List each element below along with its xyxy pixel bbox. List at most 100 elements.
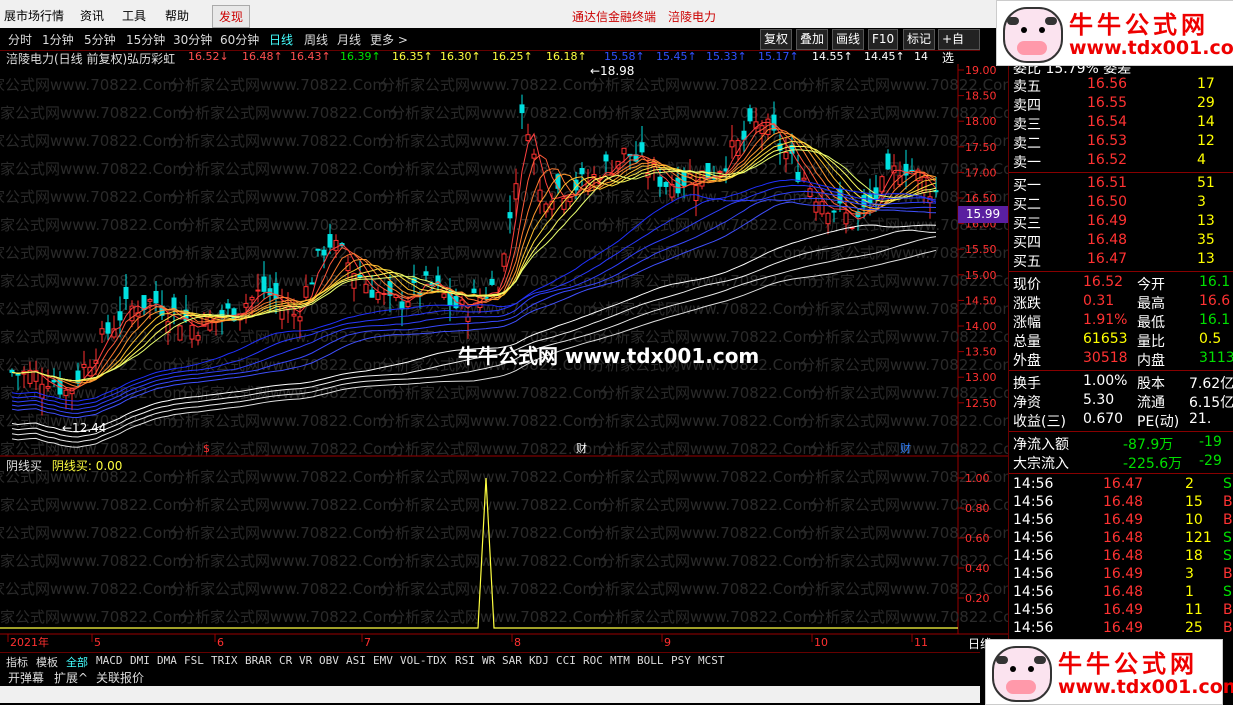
- indicator-tab[interactable]: EMV: [373, 654, 393, 667]
- menu-news[interactable]: 资讯: [80, 7, 104, 24]
- candle-body: [681, 171, 687, 186]
- add-watchlist-button[interactable]: +自选: [938, 29, 980, 65]
- candle-body: [141, 295, 147, 311]
- candle-body: [621, 147, 627, 155]
- candle-body: [147, 298, 153, 302]
- mark-button[interactable]: 标记: [903, 29, 936, 50]
- period-weekly[interactable]: 周线: [304, 31, 328, 48]
- indicator-tab[interactable]: DMI: [130, 654, 150, 667]
- draw-button[interactable]: 画线: [832, 29, 865, 50]
- quote-cell: 10: [1185, 512, 1203, 528]
- menu-tools[interactable]: 工具: [122, 7, 146, 24]
- period-daily[interactable]: 日线: [269, 31, 293, 48]
- divider: [1009, 370, 1233, 371]
- watermark-text: 分析家公式网www.70822.Com: [180, 104, 397, 122]
- related-quote-button[interactable]: 关联报价: [96, 669, 144, 686]
- watermark-text: 分析家公式网www.70822.Com: [180, 608, 397, 626]
- event-marker: 财: [900, 441, 911, 455]
- quote-cell: 14:56: [1013, 476, 1054, 492]
- candle-body: [399, 301, 405, 310]
- indicator-tab[interactable]: BOLL: [637, 654, 664, 667]
- menu-discover[interactable]: 发现: [212, 5, 251, 28]
- indicator-tab[interactable]: ASI: [346, 654, 366, 667]
- candle-body: [363, 283, 369, 294]
- indicator-tab[interactable]: MACD: [96, 654, 123, 667]
- sell-level: 卖五 16.56 17: [1013, 76, 1233, 95]
- danmaku-button[interactable]: 开弹幕: [8, 669, 44, 686]
- watermark-text: 分析家公式网www.70822.Com: [0, 104, 187, 122]
- expand-button[interactable]: 扩展^: [54, 669, 88, 686]
- indicator-tab[interactable]: MCST: [698, 654, 725, 667]
- watermark-text: 分析家公式网www.70822.Com: [0, 608, 187, 626]
- period-monthly[interactable]: 月线: [337, 31, 361, 48]
- tick-row: 14:56 16.49 10 B: [1013, 512, 1233, 530]
- period-15min[interactable]: 15分钟: [126, 31, 165, 48]
- menu-market[interactable]: 展市场行情: [4, 7, 64, 24]
- overlay-button[interactable]: 叠加: [796, 29, 829, 50]
- ma-value: 15.17↑: [758, 50, 799, 63]
- time-axis-label: 9: [664, 636, 671, 649]
- period-intraday[interactable]: 分时: [8, 31, 32, 48]
- watermark-text: 分析家公式网www.70822.Com: [590, 524, 807, 542]
- quote-stat: 涨跌 0.31 最高 16.6: [1013, 293, 1233, 312]
- quote-cell: 0.5: [1199, 331, 1222, 347]
- quote-cell: 0.31: [1083, 293, 1115, 309]
- indicator-tab[interactable]: DMA: [157, 654, 177, 667]
- indicator-tab[interactable]: CR: [279, 654, 292, 667]
- indicator-tab[interactable]: KDJ: [529, 654, 549, 667]
- indicator-tab[interactable]: FSL: [184, 654, 204, 667]
- indicator-tab[interactable]: VR: [299, 654, 312, 667]
- quote-cell: 14:56: [1013, 584, 1054, 600]
- buy-level: 买五 16.47 13: [1013, 251, 1233, 270]
- indicator-tab[interactable]: RSI: [455, 654, 475, 667]
- quote-cell: 流通: [1137, 395, 1165, 411]
- indicator-tab[interactable]: PSY: [671, 654, 691, 667]
- indicator-tab[interactable]: ROC: [583, 654, 603, 667]
- indicator-tab[interactable]: MTM: [610, 654, 630, 667]
- indicator-tab[interactable]: OBV: [319, 654, 339, 667]
- divider: [1009, 172, 1233, 173]
- fund-flow: 大宗流入 -225.6万 -29: [1013, 453, 1233, 472]
- quote-cell: S: [1223, 476, 1232, 492]
- indicator-tab[interactable]: VOL-TDX: [400, 654, 446, 667]
- quote-cell: 12: [1197, 133, 1215, 149]
- ma-value: 16.52↓: [188, 50, 229, 63]
- ma-value: 14.45↑: [864, 50, 905, 63]
- indicator-tab[interactable]: SAR: [502, 654, 522, 667]
- quote-cell: 16.53: [1087, 133, 1128, 149]
- watermark-text: 分析家公式网www.70822.Com: [0, 244, 177, 262]
- menu-help[interactable]: 帮助: [165, 7, 189, 24]
- ma-value: 16.43↑: [290, 50, 331, 63]
- period-5min[interactable]: 5分钟: [84, 31, 116, 48]
- cow-logo-icon: [992, 646, 1052, 702]
- f10-button[interactable]: F10: [868, 29, 899, 50]
- indicator-tab[interactable]: CCI: [556, 654, 576, 667]
- quote-cell: 卖一: [1013, 155, 1041, 171]
- event-marker: $: [203, 442, 210, 455]
- quote-cell: 1.91%: [1083, 312, 1128, 328]
- watermark-text: 分析家公式网www.70822.Com: [380, 132, 597, 150]
- price-axis-label: 16.50: [965, 192, 997, 205]
- candle-body: [225, 303, 231, 309]
- watermark-text: 分析家公式网www.70822.Com: [0, 552, 187, 570]
- time-axis-label: 7: [364, 636, 371, 649]
- quote-cell: -87.9万: [1123, 437, 1174, 453]
- indicator-tab[interactable]: WR: [482, 654, 495, 667]
- period-more[interactable]: 更多 >: [370, 31, 408, 48]
- time-axis-label: 2021年: [10, 635, 49, 649]
- candle-body: [657, 176, 663, 187]
- period-30min[interactable]: 30分钟: [173, 31, 212, 48]
- tick-row: 14:56 16.48 15 B: [1013, 494, 1233, 512]
- quote-cell: 16.49: [1103, 566, 1144, 582]
- watermark-text: 分析家公式网www.70822.Com: [390, 608, 607, 626]
- watermark-text: 分析家公式网www.70822.Com: [600, 104, 817, 122]
- indicator-tab[interactable]: BRAR: [245, 654, 272, 667]
- indicator-tab[interactable]: TRIX: [211, 654, 238, 667]
- quote-cell: 16.51: [1087, 175, 1128, 191]
- adjust-button[interactable]: 复权: [760, 29, 793, 50]
- watermark-text: 分析家公式网www.70822.Com: [600, 496, 817, 514]
- quote-cell: B: [1223, 602, 1233, 618]
- period-1min[interactable]: 1分钟: [42, 31, 74, 48]
- candle-body: [663, 181, 669, 187]
- period-60min[interactable]: 60分钟: [220, 31, 259, 48]
